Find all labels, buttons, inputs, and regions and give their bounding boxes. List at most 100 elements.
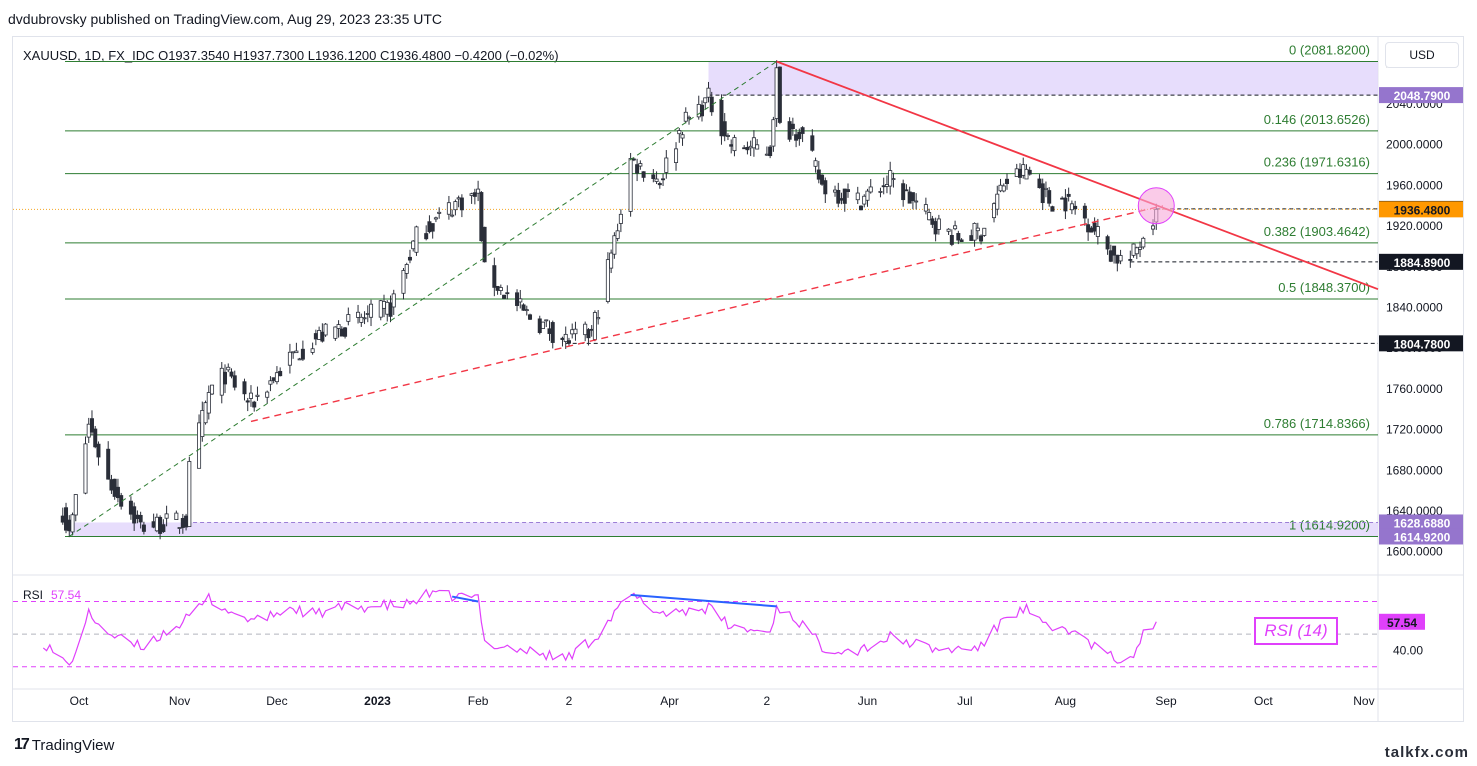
candle-body-down [560, 337, 565, 340]
candle-body-up [862, 195, 867, 205]
candle-232 [1112, 245, 1117, 264]
candle-body-down [820, 174, 825, 185]
currency-button[interactable]: USD [1385, 42, 1459, 68]
candle-132 [657, 181, 662, 189]
chart-svg[interactable]: XAUUSD, 1D, FX_IDC O1937.3540 H1937.7300… [13, 37, 1463, 721]
candle-body-up [755, 144, 760, 150]
candle-body-down [910, 192, 915, 201]
y-tick-4: 1920.0000 [1386, 219, 1443, 233]
candle-body-up [888, 170, 893, 187]
candle-body-down [979, 235, 984, 242]
candle-body-up [154, 516, 159, 532]
candle-200 [969, 229, 974, 241]
candle-body-down [790, 123, 795, 130]
candle-body-down [657, 183, 662, 186]
candle-210 [1014, 163, 1019, 177]
x-tick-5: 2 [566, 694, 573, 708]
candle-body-up [164, 513, 169, 519]
candle-body-down [823, 180, 828, 195]
chart-frame[interactable]: XAUUSD, 1D, FX_IDC O1937.3540 H1937.7300… [12, 36, 1464, 722]
candle-body-up [83, 443, 88, 494]
candle-body-up [73, 494, 78, 516]
candle-body-down [245, 400, 250, 403]
candle-12 [112, 478, 117, 500]
candle-body-up [813, 160, 818, 167]
candle-body-up [401, 270, 406, 294]
candle-234 [1118, 249, 1123, 265]
candle-87 [453, 199, 458, 216]
price-zone-0 [708, 61, 1378, 96]
rsi-value-tag: 57.54 [1379, 613, 1425, 630]
candle-15 [128, 496, 133, 520]
candle-body-up [751, 137, 756, 149]
candle-40 [242, 378, 247, 401]
candle-191 [927, 208, 932, 221]
candle-body-down [635, 164, 640, 174]
highlight-circle [1137, 187, 1175, 225]
candle-body-up [268, 380, 273, 385]
candle-71 [382, 294, 387, 318]
tradingview-brand[interactable]: 17 TradingView [14, 736, 114, 754]
candle-212 [1021, 157, 1026, 179]
candle-body-down [907, 191, 912, 204]
candle-body-up [450, 214, 455, 217]
candle-body-up [369, 303, 374, 318]
candle-211 [1017, 163, 1022, 185]
candle-38 [229, 368, 234, 379]
candle-body-up [544, 319, 549, 322]
candle-199 [959, 238, 964, 242]
candle-body-up [414, 226, 419, 253]
candle-body-down [300, 348, 305, 360]
candle-33 [206, 385, 211, 420]
candle-body-down [1115, 254, 1120, 264]
candle-body-up [456, 197, 461, 200]
candle-body-up [748, 145, 753, 149]
candle-body-down [180, 518, 185, 528]
ohlc-header-text: XAUUSD, 1D, FX_IDC O1937.3540 H1937.7300… [23, 48, 559, 63]
candle-body-down [109, 479, 114, 491]
candle-body-up [774, 67, 779, 119]
candle-body-up [914, 200, 919, 203]
candle-179 [868, 179, 873, 194]
candle-body-up [86, 423, 91, 438]
candle-7 [89, 410, 94, 436]
candle-body-up [573, 328, 578, 335]
candle-body-up [687, 116, 692, 119]
candle-body-down [339, 328, 344, 337]
candle-body-down [138, 514, 143, 523]
candle-207 [998, 178, 1003, 193]
candle-body-up [732, 137, 737, 152]
candle-55 [310, 342, 315, 355]
candle-body-down [1108, 250, 1113, 262]
candle-body-down [482, 226, 487, 263]
candle-body-up [498, 287, 503, 291]
y-tick-3: 1960.0000 [1386, 178, 1443, 192]
candle-body-down [933, 221, 938, 235]
candle-body-up [725, 135, 730, 137]
candle-body-up [469, 193, 474, 196]
candle-227 [1089, 226, 1094, 233]
candle-body-down [794, 134, 799, 141]
candle-30 [197, 414, 202, 469]
candle-36 [223, 364, 228, 394]
candle-85 [446, 195, 451, 220]
candle-body-up [476, 188, 481, 194]
trendline-solid-red-2 [776, 60, 1379, 291]
candle-body-up [683, 111, 688, 122]
candle-body-down [223, 371, 228, 385]
candle-body-up [317, 330, 322, 340]
candle-body-up [518, 298, 523, 303]
candle-body-down [1027, 169, 1032, 175]
candle-body-down [699, 104, 704, 117]
candle-body-up [674, 148, 679, 163]
price-tag-label: 1884.8900 [1394, 256, 1451, 270]
candle-body-down [505, 292, 510, 295]
candle-body-down [313, 333, 318, 340]
candle-body-up [1043, 187, 1048, 190]
candle-119 [596, 310, 601, 325]
candle-body-up [592, 312, 597, 340]
candle-107 [544, 319, 549, 328]
candle-body-up [248, 392, 253, 399]
candle-74 [391, 289, 396, 315]
candle-body-down [768, 146, 773, 157]
